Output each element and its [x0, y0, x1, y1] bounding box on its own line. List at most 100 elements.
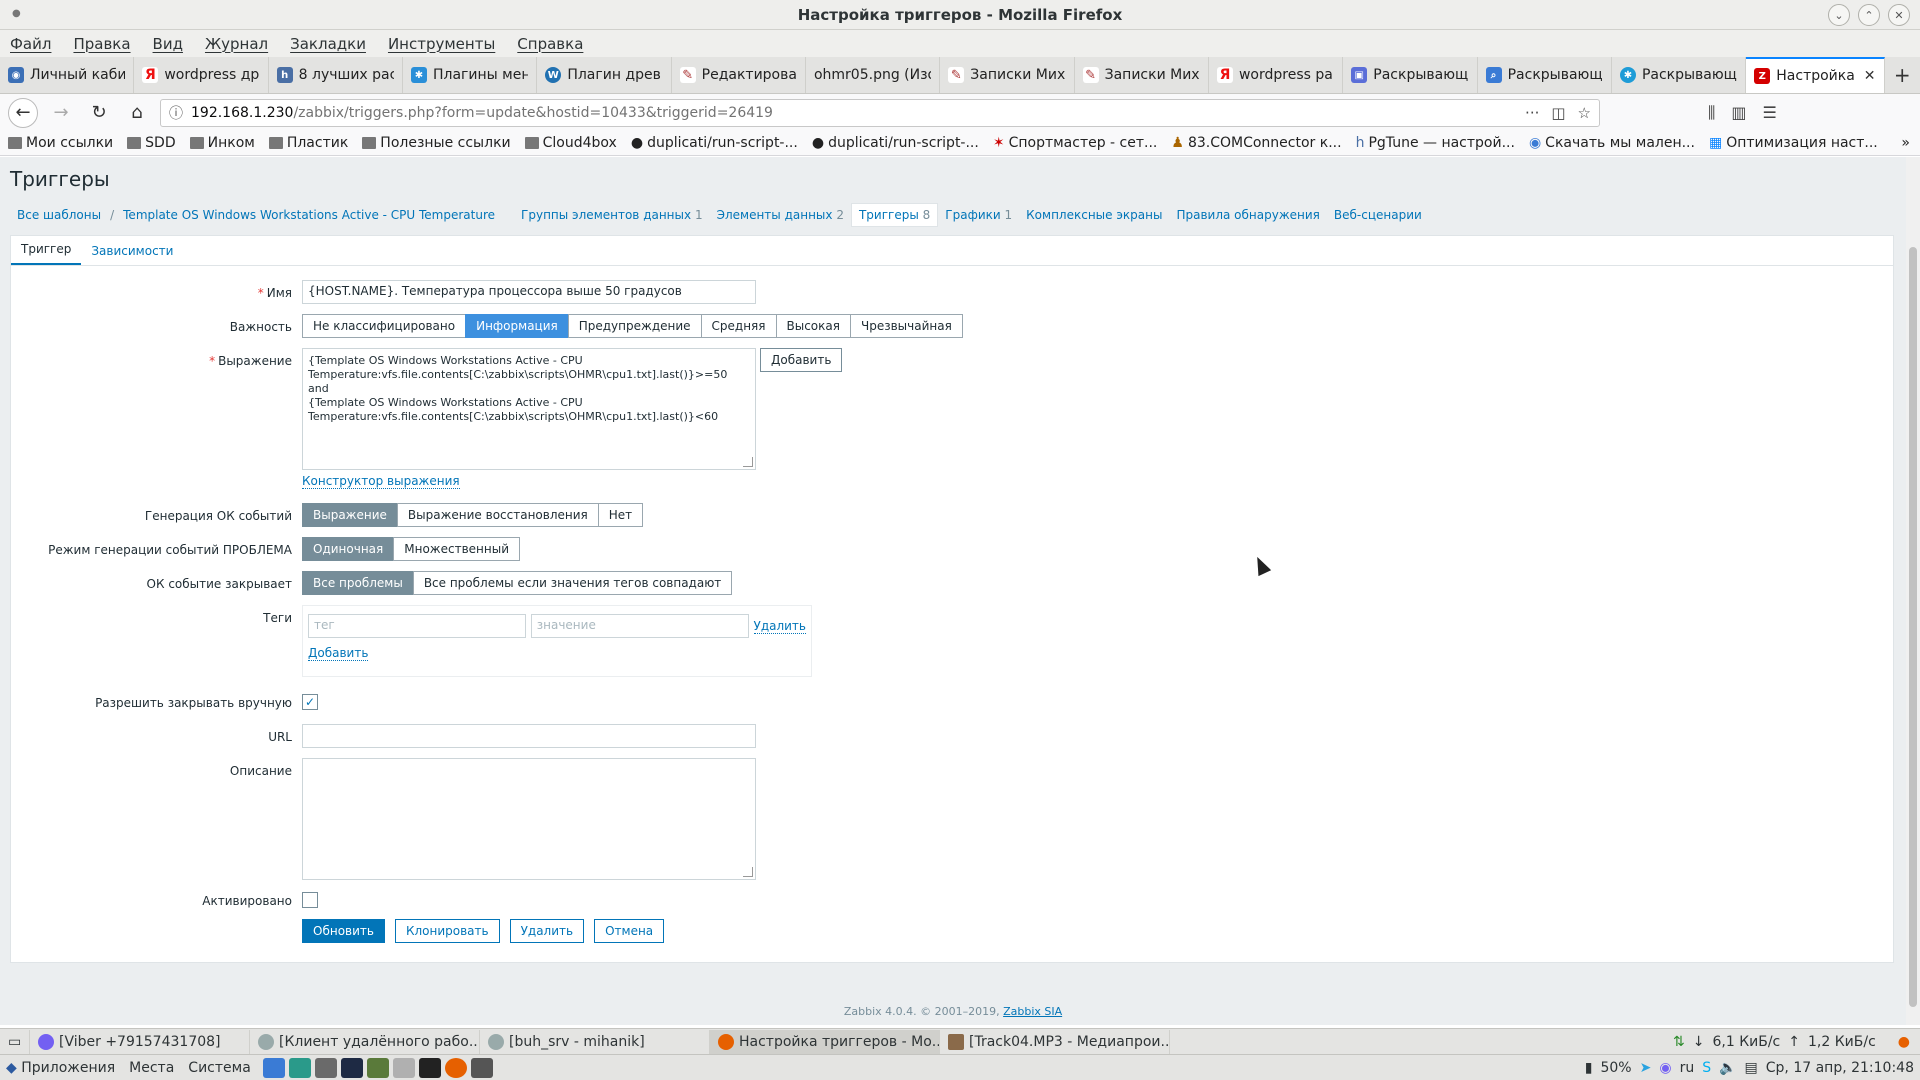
browser-tab[interactable]: ▣ Раскрывающ	[1343, 57, 1478, 93]
clone-button[interactable]: Клонировать	[394, 919, 500, 943]
menu-edit[interactable]: Правка	[73, 35, 130, 53]
tab-dependencies[interactable]: Зависимости	[81, 238, 183, 265]
taskbar-window[interactable]: [buh_srv - mihanik]	[480, 1029, 710, 1054]
url-input[interactable]	[302, 724, 756, 748]
bookmarks-overflow-icon[interactable]: »	[1901, 135, 1910, 151]
system-menu[interactable]: Система	[188, 1060, 250, 1076]
expression-constructor-link[interactable]: Конструктор выражения	[302, 474, 460, 489]
page-scrollbar[interactable]	[1906, 157, 1920, 1025]
delete-button[interactable]: Удалить	[509, 919, 585, 943]
keyboard-layout[interactable]: ru	[1680, 1060, 1695, 1076]
reload-icon[interactable]: ↻	[84, 98, 114, 128]
bookmark-folder[interactable]: Пластик	[268, 135, 348, 151]
bookmark-folder[interactable]: SDD	[127, 135, 176, 151]
menu-history[interactable]: Журнал	[205, 35, 268, 53]
resize-grip-icon[interactable]	[743, 867, 753, 877]
browser-tab[interactable]: ohmr05.png (Изо	[806, 57, 941, 93]
problem-mode-multiple[interactable]: Множественный	[393, 537, 520, 561]
tag-add-link[interactable]: Добавить	[308, 646, 369, 661]
show-desktop-icon[interactable]: ▭	[0, 1029, 30, 1054]
calculator-icon[interactable]	[366, 1057, 389, 1078]
crumb-triggers[interactable]: Триггеры 8	[850, 203, 939, 227]
library-icon[interactable]: ⫼	[1708, 103, 1715, 123]
crumb-discovery-rules[interactable]: Правила обнаружения	[1169, 204, 1326, 226]
browser-tab[interactable]: h8 лучших рас	[269, 57, 403, 93]
pocket-icon[interactable]: ◫	[1551, 104, 1565, 122]
crumb-screens[interactable]: Комплексные экраны	[1019, 204, 1169, 226]
sidebar-icon[interactable]: ▥	[1731, 103, 1746, 123]
launcher-icon[interactable]	[262, 1057, 285, 1078]
viber-tray-icon[interactable]: ◉	[1659, 1060, 1671, 1076]
apps-menu[interactable]: ◆ Приложения	[6, 1060, 115, 1076]
ok-gen-recovery-expression[interactable]: Выражение восстановления	[396, 503, 599, 527]
terminal-icon[interactable]	[418, 1057, 441, 1078]
launcher-icon[interactable]	[314, 1057, 337, 1078]
browser-tab[interactable]: Яwordpress др	[134, 57, 269, 93]
severity-high[interactable]: Высокая	[775, 314, 851, 338]
telegram-icon[interactable]: ➤	[1640, 1060, 1652, 1076]
minimize-icon[interactable]: ⌄	[1828, 4, 1850, 26]
forward-icon[interactable]: →	[46, 98, 76, 128]
firefox-launcher-icon[interactable]	[444, 1057, 467, 1078]
crumb-all-templates[interactable]: Все шаблоны	[10, 204, 108, 226]
page-actions-icon[interactable]: ···	[1525, 104, 1539, 122]
browser-tab[interactable]: ✎ Записки Мих	[1075, 57, 1209, 93]
cancel-button[interactable]: Отмена	[594, 919, 665, 943]
clock[interactable]: Ср, 17 апр, 21:10:48	[1766, 1060, 1914, 1076]
browser-tab[interactable]: Яwordpress ра	[1209, 57, 1344, 93]
menu-tools[interactable]: Инструменты	[388, 35, 495, 53]
url-bar[interactable]: ⓘ 192.168.1.230/zabbix/triggers.php?form…	[160, 98, 1600, 127]
back-icon[interactable]: ←	[8, 97, 38, 128]
taskbar-window[interactable]: [Track04.MP3 - Медиапрои...	[940, 1029, 1170, 1054]
bookmark-folder[interactable]: Инком	[189, 135, 255, 151]
severity-not-classified[interactable]: Не классифицировано	[302, 314, 467, 338]
bookmark-star-icon[interactable]: ☆	[1578, 104, 1591, 122]
bookmark-link[interactable]: ● duplicati/run-script-...	[812, 135, 979, 151]
bookmark-folder[interactable]: Полезные ссылки	[362, 135, 511, 151]
battery-icon[interactable]: ▮	[1585, 1060, 1593, 1076]
crumb-web-scenarios[interactable]: Веб-сценарии	[1327, 204, 1429, 226]
expression-add-button[interactable]: Добавить	[760, 348, 843, 372]
severity-disaster[interactable]: Чрезвычайная	[849, 314, 963, 338]
taskbar-window[interactable]: [Viber +79157431708]	[30, 1029, 250, 1054]
ok-gen-none[interactable]: Нет	[597, 503, 644, 527]
firefox-tray-icon[interactable]: ●	[1898, 1034, 1910, 1050]
launcher-icon[interactable]	[288, 1057, 311, 1078]
footer-link[interactable]: Zabbix SIA	[1003, 1005, 1062, 1018]
bookmark-link[interactable]: ▦ Оптимизация наст...	[1709, 135, 1878, 151]
ok-closes-tag-match[interactable]: Все проблемы если значения тегов совпада…	[412, 571, 733, 595]
expression-textarea[interactable]: {Template OS Windows Workstations Active…	[302, 348, 756, 470]
manual-close-checkbox[interactable]: ✓	[302, 694, 318, 710]
hamburger-menu-icon[interactable]: ☰	[1763, 103, 1777, 123]
tag-name-input[interactable]: тег	[308, 614, 526, 638]
browser-tab[interactable]: ◉ Личный каби	[0, 57, 135, 93]
scrollbar-thumb[interactable]	[1909, 247, 1917, 1007]
maximize-icon[interactable]: ⌃	[1858, 4, 1880, 26]
browser-tab[interactable]: ✎ Редактирова	[672, 57, 806, 93]
browser-tab[interactable]: ✎ Записки Мих	[940, 57, 1075, 93]
info-icon[interactable]: ⓘ	[169, 103, 183, 123]
bookmark-link[interactable]: ♟ 83.COMConnector к...	[1171, 135, 1341, 151]
launcher-icon[interactable]	[470, 1057, 493, 1078]
name-input[interactable]: {HOST.NAME}. Температура процессора выше…	[302, 280, 756, 304]
crumb-graphs[interactable]: Графики 1	[938, 204, 1019, 226]
window-menu-icon[interactable]: ●	[12, 8, 21, 19]
places-menu[interactable]: Места	[129, 1060, 174, 1076]
tab-trigger[interactable]: Триггер	[11, 236, 82, 265]
browser-tab[interactable]: ⌕ Раскрывающ	[1478, 57, 1612, 93]
ok-closes-all[interactable]: Все проблемы	[302, 571, 414, 595]
bookmark-folder[interactable]: Мои ссылки	[8, 135, 113, 151]
browser-tab[interactable]: ✱ Раскрывающ	[1612, 57, 1747, 93]
volume-icon[interactable]: 🔈	[1719, 1060, 1736, 1076]
new-tab-icon[interactable]: +	[1885, 57, 1920, 93]
bookmark-link[interactable]: h PgTune — настрой...	[1356, 135, 1515, 151]
browser-tab-active[interactable]: Z Настройка ✕	[1746, 57, 1885, 93]
bookmark-link[interactable]: ● duplicati/run-script-...	[631, 135, 798, 151]
network-tray-icon[interactable]: ▤	[1745, 1060, 1758, 1076]
problem-mode-single[interactable]: Одиночная	[302, 537, 395, 561]
launcher-icon[interactable]	[392, 1057, 415, 1078]
bookmark-folder[interactable]: Cloud4box	[524, 135, 617, 151]
ok-gen-expression[interactable]: Выражение	[302, 503, 398, 527]
menu-bookmarks[interactable]: Закладки	[290, 35, 366, 53]
crumb-items[interactable]: Элементы данных 2	[710, 204, 851, 226]
